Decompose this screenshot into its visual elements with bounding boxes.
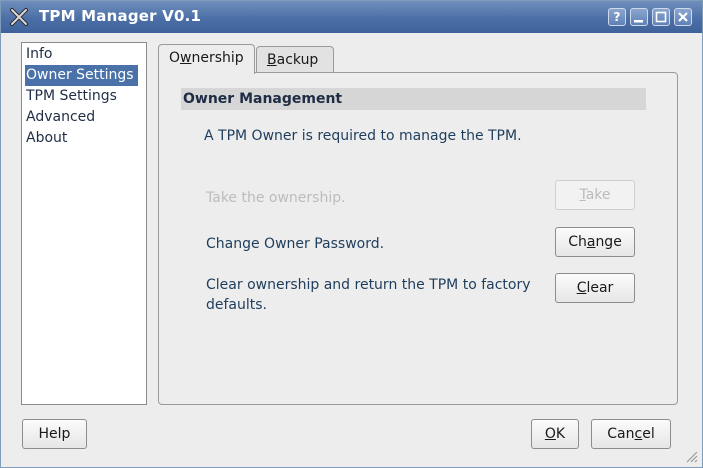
intro-text: A TPM Owner is required to manage the TP… [204,128,522,144]
sidebar-item-tpm-settings[interactable]: TPM Settings [25,86,117,107]
sidebar-item-about[interactable]: About [25,128,67,149]
change-password-text: Change Owner Password. [206,236,385,252]
help-button[interactable]: Help [22,419,87,449]
close-icon [678,12,688,22]
change-button-label-pre: Ch [568,234,587,250]
minimize-icon [634,20,643,23]
sidebar-item-advanced[interactable]: Advanced [25,107,95,128]
cancel-button-label-post: el [642,426,655,442]
tab-ownership[interactable]: Ownership [158,44,255,74]
tab-backup-mnemonic: B [267,52,277,68]
close-button[interactable] [674,8,692,26]
tab-ownership-label-pre: O [169,50,181,66]
cancel-button[interactable]: Cancel [591,419,671,449]
group-title: Owner Management [181,88,646,110]
maximize-button[interactable] [652,8,670,26]
take-button[interactable]: Take [555,180,635,210]
clear-ownership-text-line1: Clear ownership and return the TPM to fa… [206,277,531,293]
clear-button[interactable]: Clear [555,273,635,303]
resize-grip-icon[interactable] [684,449,698,463]
change-button-label-post: nge [595,234,622,250]
maximize-icon [655,11,667,23]
clear-ownership-text-line2: defaults. [206,297,268,313]
cancel-button-label-pre: Can [607,426,635,442]
sidebar-item-owner-settings[interactable]: Owner Settings [25,65,138,86]
take-ownership-text: Take the ownership. [206,190,346,206]
ok-button[interactable]: OK [531,419,579,449]
minimize-button[interactable] [630,8,648,26]
clear-button-mnemonic: C [576,280,587,296]
main-window: TPM Manager V0.1 ? Info Owner Settings T… [0,0,703,468]
title-bar[interactable]: TPM Manager V0.1 ? [1,1,702,33]
clear-ownership-text: Clear ownership and return the TPM to fa… [206,275,531,315]
sidebar[interactable]: Info Owner Settings TPM Settings Advance… [21,42,147,405]
app-logo-icon [10,8,28,26]
change-button[interactable]: Change [555,227,635,257]
ok-button-mnemonic: O [544,426,556,442]
window-title: TPM Manager V0.1 [39,7,202,25]
sidebar-item-info[interactable]: Info [25,44,53,65]
tab-backup-label-post: ackup [276,52,319,68]
tab-ownership-label-post: nership [191,50,244,66]
tab-backup[interactable]: Backup [256,46,334,73]
ok-button-label: K [555,426,566,442]
clear-button-label: lear [586,280,614,296]
take-button-label: ake [585,187,611,203]
tab-ownership-mnemonic: w [180,50,192,66]
help-title-button[interactable]: ? [608,8,626,26]
